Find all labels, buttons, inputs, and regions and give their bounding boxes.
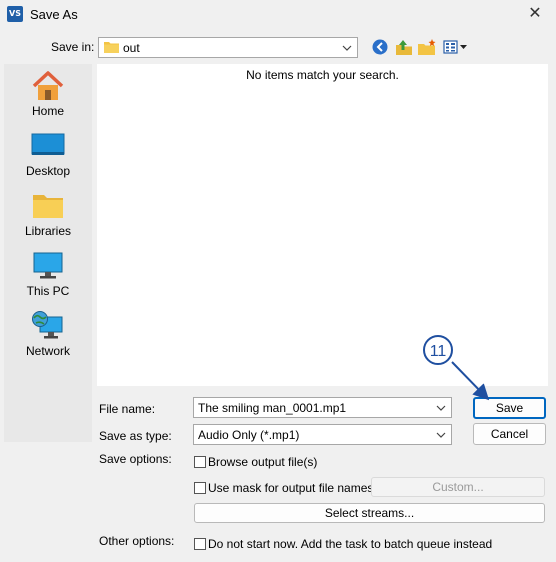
select-streams-button[interactable]: Select streams... [194,503,545,523]
place-label: Libraries [24,224,72,238]
up-folder-icon[interactable] [394,38,414,56]
file-name-value: The smiling man_0001.mp1 [198,401,347,415]
place-label: Home [31,104,64,118]
network-icon [32,311,63,339]
custom-button: Custom... [371,477,545,497]
libraries-icon [33,195,63,218]
place-desktop[interactable]: Desktop [4,130,92,178]
home-icon [32,71,64,100]
save-in-dropdown[interactable]: out [98,37,358,58]
file-name-field[interactable]: The smiling man_0001.mp1 [193,397,452,418]
browse-output-checkbox[interactable] [194,456,206,468]
view-menu-icon[interactable] [442,38,468,56]
chevron-down-icon [342,45,352,51]
title-bar: VS Save As ✕ [0,0,556,30]
other-options-label: Other options: [99,534,175,548]
this-pc-icon [33,252,63,279]
places-bar: Home Desktop Libraries This PC Network [4,64,92,442]
app-icon: VS [7,6,23,22]
save-in-label: Save in: [51,40,95,54]
file-name-label: File name: [99,402,156,416]
batch-queue-label[interactable]: Do not start now. Add the task to batch … [208,537,492,551]
save-in-value: out [123,41,140,55]
chevron-down-icon[interactable] [436,403,446,413]
place-home[interactable]: Home [4,70,92,118]
desktop-icon [31,133,65,155]
close-icon[interactable]: ✕ [520,2,550,26]
empty-message: No items match your search. [246,68,399,82]
place-this-pc[interactable]: This PC [4,250,92,298]
place-label: Desktop [25,164,71,178]
save-as-type-value: Audio Only (*.mp1) [198,428,300,442]
folder-icon [104,42,119,53]
browse-output-label[interactable]: Browse output file(s) [208,455,317,469]
save-as-type-dropdown[interactable]: Audio Only (*.mp1) [193,424,452,445]
use-mask-label[interactable]: Use mask for output file names [208,481,373,495]
use-mask-checkbox[interactable] [194,482,206,494]
save-as-type-label: Save as type: [99,429,172,443]
chevron-down-icon [436,432,446,438]
back-icon[interactable] [371,38,391,56]
place-label: This PC [26,284,70,298]
cancel-button[interactable]: Cancel [473,423,546,445]
file-list[interactable]: No items match your search. [97,64,548,386]
save-options-label: Save options: [99,452,172,466]
place-libraries[interactable]: Libraries [4,190,92,238]
place-label: Network [25,344,70,358]
batch-queue-checkbox[interactable] [194,538,206,550]
new-folder-icon[interactable] [417,38,437,56]
save-button[interactable]: Save [473,397,546,419]
place-network[interactable]: Network [4,310,92,358]
window-title: Save As [30,7,78,22]
